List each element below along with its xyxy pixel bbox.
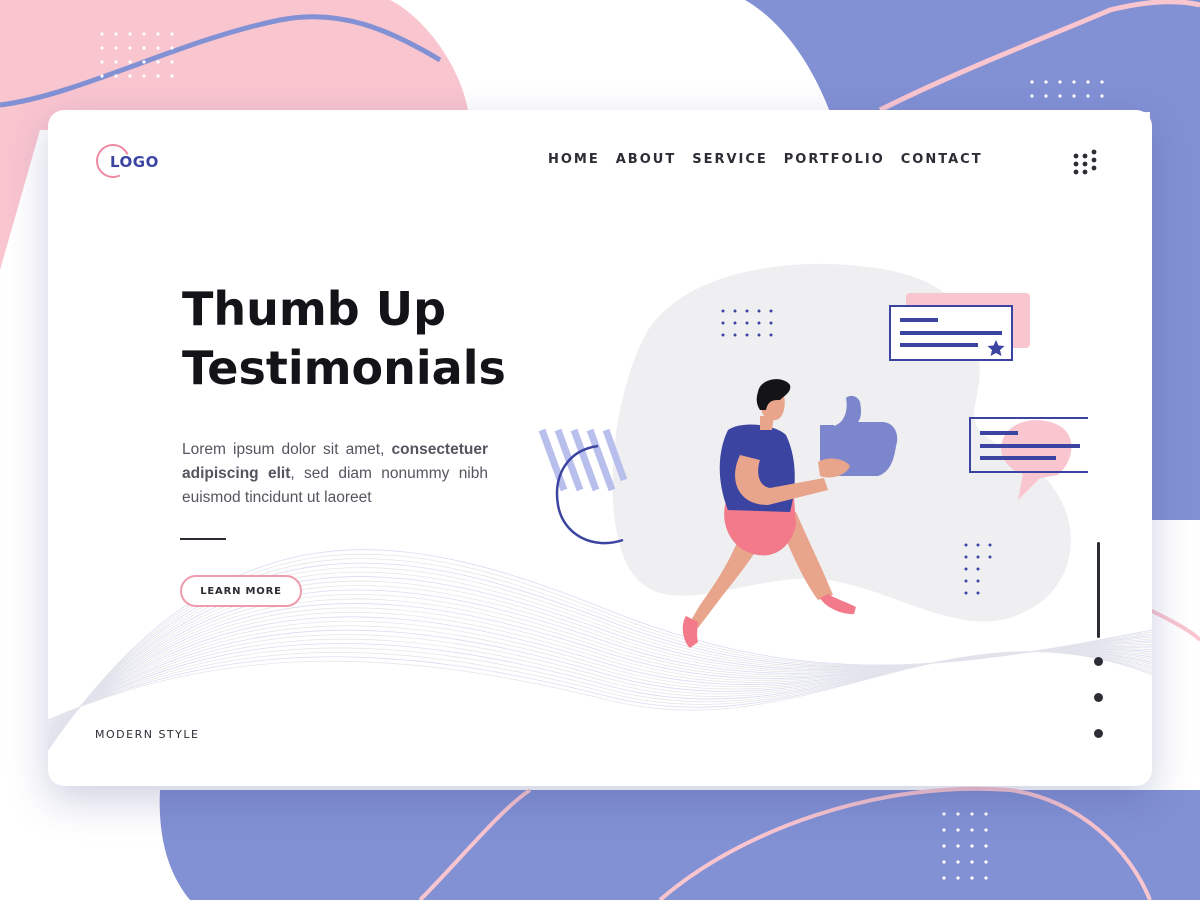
main-nav: HOME ABOUT SERVICE PORTFOLIO CONTACT <box>548 152 999 167</box>
modern-style-label: MODERN STYLE <box>95 728 200 741</box>
hero-illustration <box>538 263 1088 648</box>
grid-dots-icon[interactable] <box>1072 146 1106 176</box>
pink-curve-right <box>1149 608 1200 642</box>
testimonial-card-top <box>889 293 1030 361</box>
hero-description: Lorem ipsum dolor sit amet, consectetuer… <box>182 438 488 510</box>
pager-dot-icon[interactable] <box>1094 657 1103 666</box>
nav-service[interactable]: SERVICE <box>692 152 768 167</box>
divider <box>180 538 226 540</box>
pager-dot-icon[interactable] <box>1094 729 1103 738</box>
pager-active-line <box>1097 542 1100 638</box>
shoe-front <box>820 594 856 615</box>
hero-desc-part1: Lorem ipsum dolor sit amet, <box>182 441 392 458</box>
landing-card: LOGO HOME ABOUT SERVICE PORTFOLIO CONTAC… <box>48 110 1152 786</box>
nav-home[interactable]: HOME <box>548 152 600 167</box>
learn-more-button[interactable]: LEARN MORE <box>180 575 302 607</box>
logo[interactable]: LOGO <box>91 139 206 183</box>
nav-about[interactable]: ABOUT <box>616 152 676 167</box>
nav-contact[interactable]: CONTACT <box>901 152 983 167</box>
pager-dot-icon[interactable] <box>1094 693 1103 702</box>
nav-portfolio[interactable]: PORTFOLIO <box>784 152 885 167</box>
logo-text: LOGO <box>110 153 159 171</box>
stripes-decoration <box>538 428 628 492</box>
